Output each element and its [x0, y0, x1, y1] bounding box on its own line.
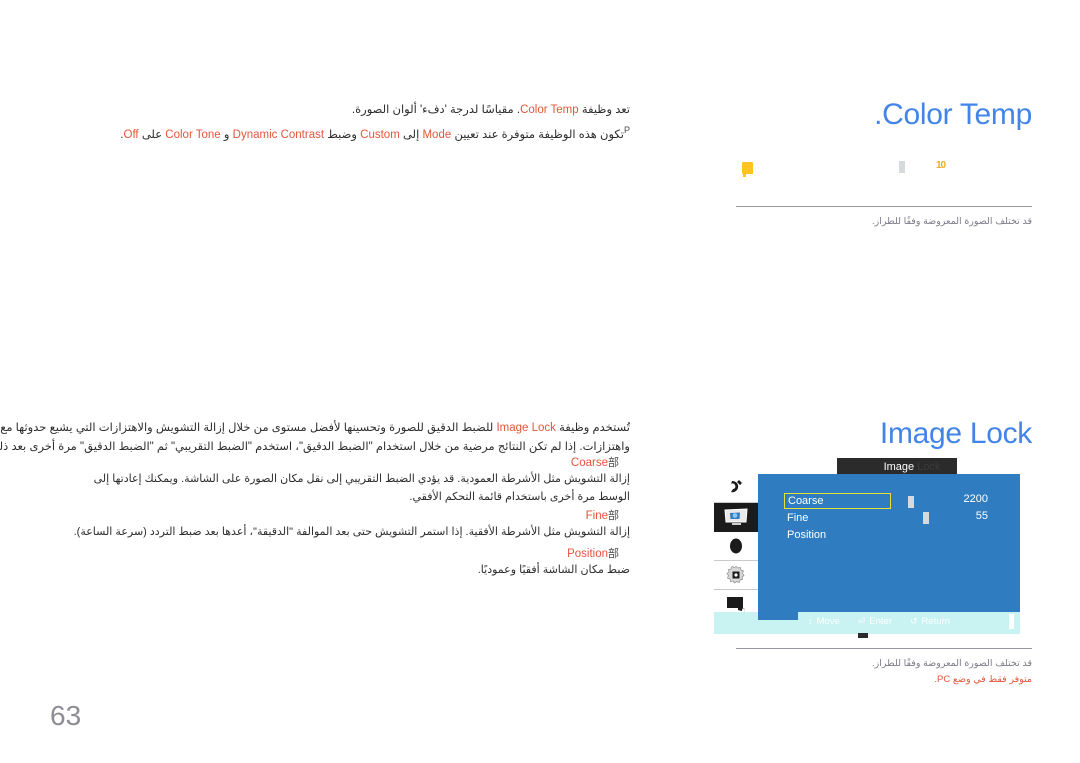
osd-hint-move-label: Move [816, 616, 840, 627]
return-arrow-icon: ↺ [910, 616, 918, 626]
osd-hint-enter-label: Enter [869, 616, 892, 627]
il-l1-a: تُستخدم وظيفة [555, 422, 630, 434]
body-text-column: تعد وظيفة Color Temp. مقياسًا لدرجة 'دفء… [0, 0, 660, 763]
note-bottom-line-2: متوفر فقط في وضع PC. [934, 674, 1032, 685]
osd-hint-move[interactable]: ↕ Move [808, 616, 840, 627]
osd-bottom-notch [758, 612, 798, 620]
color-temp-paragraph-line2: Pتكون هذه الوظيفة متوفرة عند تعيين Mode … [30, 119, 630, 147]
ct-l2-e: على [138, 128, 166, 141]
flag-icon [742, 162, 753, 177]
osd-menu-panel: Coarse Fine Position 2200 55 [758, 474, 1020, 618]
page-number: 63 [50, 700, 82, 731]
sound-icon [727, 536, 745, 556]
osd-bottom-bar: ↕ Move ⏎ Enter ↺ Return [714, 612, 1020, 634]
osd-screenshot: Image Lock Coarse Fine Position 2200 55 … [714, 458, 1020, 638]
figure-column: .Color Temp 10 قد تختلف الصورة المعروضة … [690, 0, 1080, 763]
note-bottom-line-1: قد تختلف الصورة المعروضة وفقًا للطراز. [872, 658, 1032, 669]
ct-l2-b: إلى [399, 128, 423, 141]
subheading-position-label: Position [567, 548, 608, 560]
keyword-mode: Mode [422, 128, 452, 141]
osd-menu-item-coarse[interactable]: Coarse [784, 493, 891, 509]
osd-footer-mark [858, 633, 868, 638]
keyword-color-tone: Color Tone [165, 128, 221, 141]
note-divider [736, 648, 1032, 649]
note-top: قد تختلف الصورة المعروضة وفقًا للطراز. [736, 206, 1032, 230]
device-icon [724, 596, 748, 614]
image-lock-paragraph-line1: تُستخدم وظيفة Image Lock للضبط الدقيق لل… [0, 418, 630, 439]
subheading-position: 部Position [30, 545, 630, 561]
sidebar-item-settings[interactable] [714, 561, 758, 590]
osd-value-fine: 55 [975, 510, 988, 522]
osd-title-main: Image [883, 461, 915, 473]
ct-l2-d: و [220, 128, 233, 141]
footnote-marker: P [623, 125, 630, 135]
ct-l2-c: وضبط [324, 128, 361, 141]
osd-menu-item-position[interactable]: Position [784, 528, 904, 543]
keyword-custom: Custom [360, 128, 400, 141]
sidebar-item-picture[interactable] [714, 503, 758, 532]
enter-key-icon: ⏎ [857, 616, 866, 626]
color-temp-keyword: Color Temp [520, 104, 579, 116]
osd-value-coarse: 2200 [963, 493, 988, 505]
move-arrows-icon: ↕ [808, 616, 813, 626]
description-coarse: إزالة التشويش مثل الأشرطة العمودية. قد ي… [93, 473, 630, 503]
osd-sidebar [714, 474, 758, 618]
osd-fragment-row: 10 [690, 160, 1080, 180]
osd-fragment-value: 10 [936, 160, 946, 171]
note-top-line-1: قد تختلف الصورة المعروضة وفقًا للطراز. [872, 216, 1032, 227]
osd-slider-fine[interactable] [923, 512, 929, 524]
section-title-color-temp: .Color Temp [874, 98, 1032, 131]
osd-title-secondary: Lock [914, 461, 941, 473]
color-temp-line1-post: . مقياسًا لدرجة 'دفء' ألوان الصورة. [351, 104, 521, 116]
bullet-marker-icon: 部 [608, 509, 619, 522]
osd-menu-list: Coarse Fine Position [784, 493, 904, 545]
osd-hint-return-label: Return [921, 616, 951, 627]
description-fine: إزالة التشويش مثل الأشرطة الأفقية. إذا ا… [73, 526, 630, 538]
keyword-image-lock: Image Lock [496, 422, 556, 434]
subheading-coarse-label: Coarse [570, 457, 608, 469]
note-divider [736, 206, 1032, 207]
subheading-coarse: 部Coarse [30, 454, 630, 470]
manual-page: تعد وظيفة Color Temp. مقياسًا لدرجة 'دفء… [0, 0, 1080, 763]
osd-scroll-indicator [1009, 614, 1014, 629]
slider-thumb-icon [899, 161, 905, 173]
bullet-marker-icon: 部 [608, 547, 619, 560]
description-position: ضبط مكان الشاشة أفقيًا وعموديًا. [477, 564, 630, 576]
keyword-dynamic-contrast: Dynamic Contrast [232, 128, 325, 141]
il-l1-b: للضبط الدقيق للصورة وتحسينها لأفضل مستوى… [0, 422, 494, 434]
subheading-fine-label: Fine [585, 510, 608, 522]
osd-hint-return[interactable]: ↺ Return [910, 616, 950, 627]
color-temp-line1-pre: تعد وظيفة [578, 104, 630, 116]
picture-icon [723, 508, 749, 526]
ct-l2-a: تكون هذه الوظيفة متوفرة عند تعيين [451, 128, 624, 141]
sidebar-item-sound[interactable] [714, 532, 758, 561]
subheading-fine: 部Fine [30, 507, 630, 523]
note-bottom: قد تختلف الصورة المعروضة وفقًا للطراز. م… [736, 648, 1032, 688]
sidebar-item-input-source[interactable] [714, 474, 758, 503]
osd-hint-group: ↕ Move ⏎ Enter ↺ Return [808, 616, 950, 627]
osd-slider-coarse[interactable] [908, 496, 914, 508]
osd-hint-enter[interactable]: ⏎ Enter [858, 616, 892, 627]
section-title-image-lock: Image Lock [879, 417, 1032, 450]
input-source-icon [726, 479, 746, 497]
settings-gear-icon [726, 565, 746, 585]
osd-title: Image Lock [837, 461, 987, 473]
keyword-off: Off [123, 128, 139, 141]
bullet-marker-icon: 部 [608, 456, 619, 469]
osd-menu-item-fine[interactable]: Fine [784, 511, 904, 526]
